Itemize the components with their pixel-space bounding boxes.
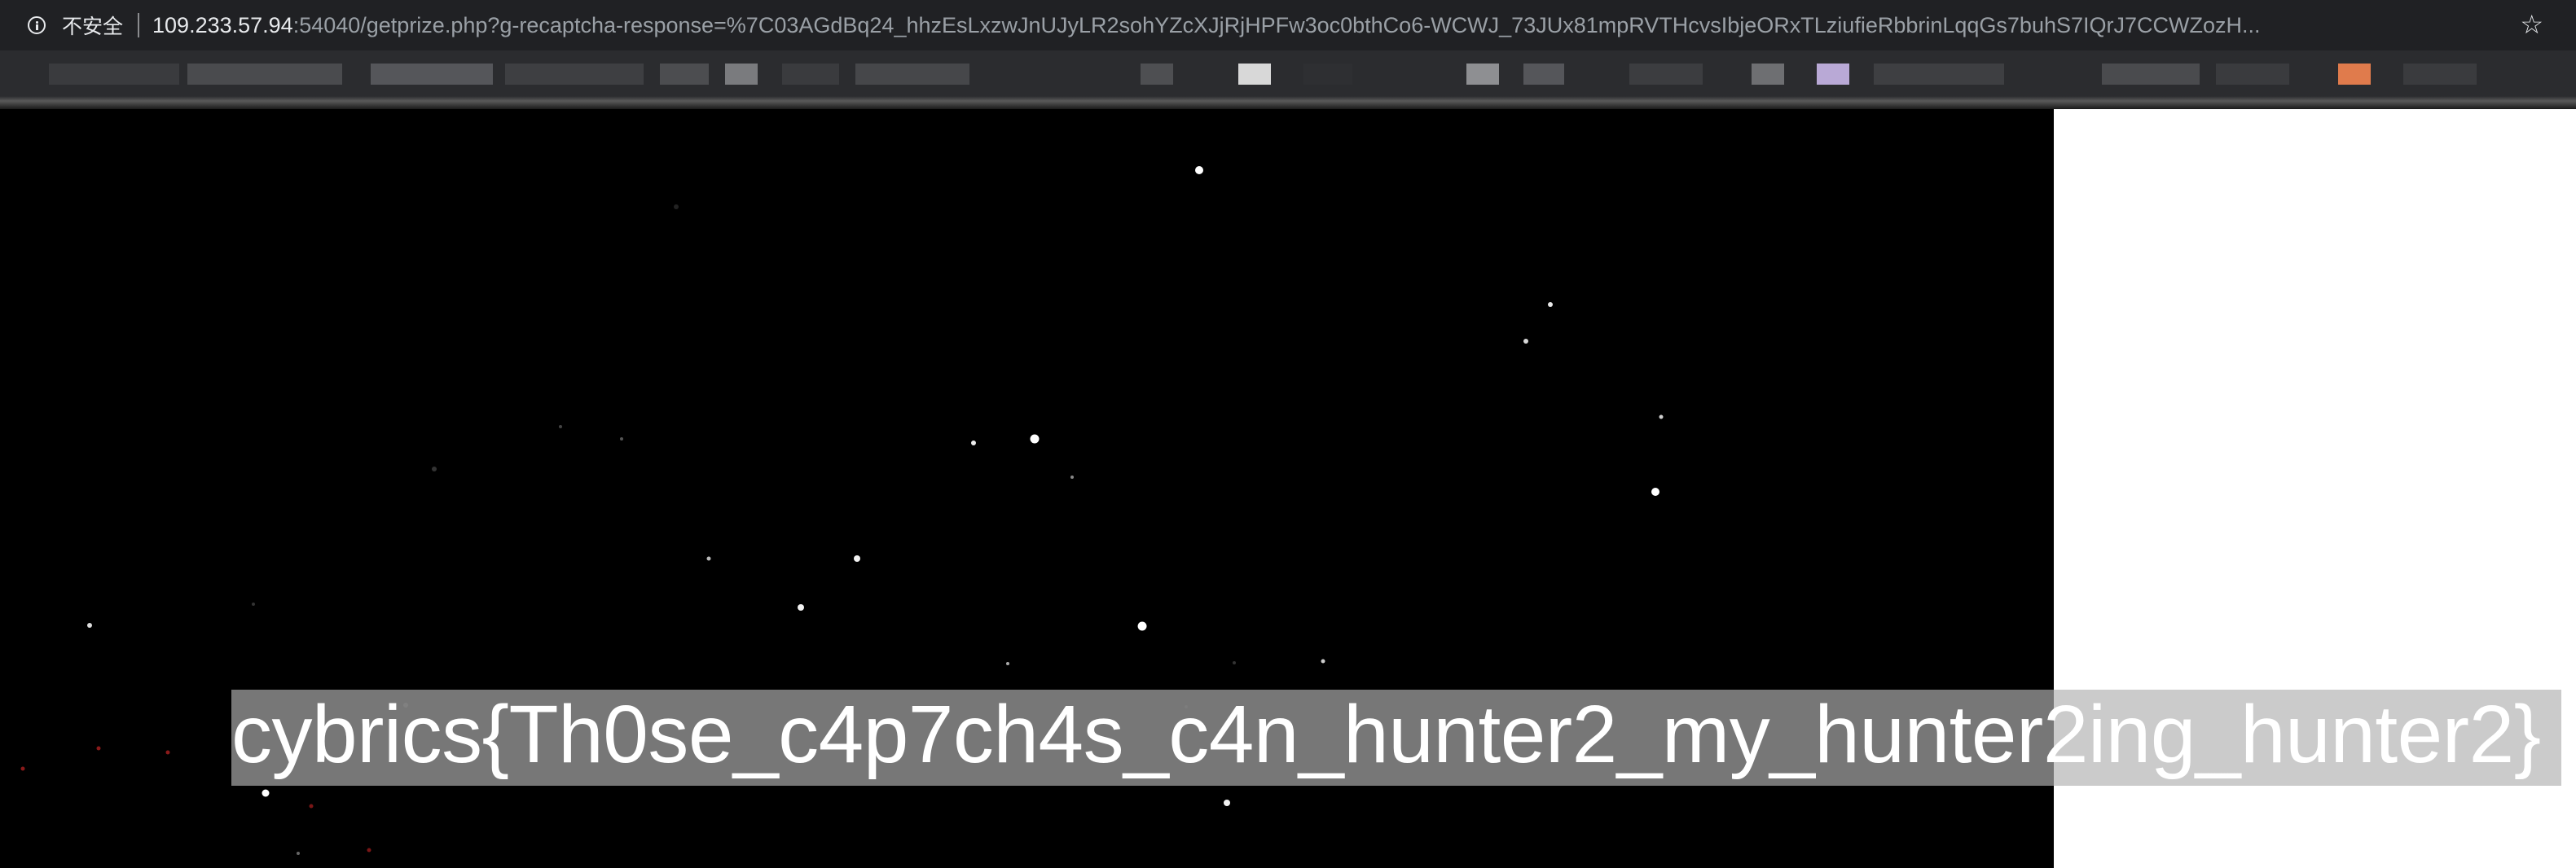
bookmark-item[interactable] xyxy=(187,64,342,85)
red-particle xyxy=(20,766,25,771)
star xyxy=(620,437,623,441)
bookmark-item[interactable] xyxy=(49,64,179,85)
address-bar[interactable]: 不安全 109.233.57.94:54040/getprize.php?g-r… xyxy=(0,0,2576,50)
bookmark-item[interactable] xyxy=(782,64,839,85)
star xyxy=(1006,662,1009,665)
bookmark-item[interactable] xyxy=(1874,64,2004,85)
star xyxy=(1030,434,1040,444)
bookmark-item[interactable] xyxy=(1629,64,1703,85)
bookmark-item[interactable] xyxy=(2216,64,2289,85)
star xyxy=(1224,800,1230,806)
star xyxy=(559,425,562,428)
bookmark-item[interactable] xyxy=(2338,64,2371,85)
bookmark-item[interactable] xyxy=(1303,64,1352,85)
bookmark-item[interactable] xyxy=(505,64,644,85)
star xyxy=(262,789,270,797)
bookmark-item[interactable] xyxy=(660,64,709,85)
red-particle xyxy=(165,750,170,755)
bookmark-item[interactable] xyxy=(371,64,493,85)
site-info-icon[interactable] xyxy=(28,16,46,34)
bookmark-item[interactable] xyxy=(1817,64,1849,85)
url-separator xyxy=(138,13,140,37)
bookmark-item[interactable] xyxy=(855,64,969,85)
star xyxy=(432,467,437,471)
star xyxy=(971,441,976,445)
star xyxy=(1137,621,1147,631)
red-particle xyxy=(96,746,101,751)
star xyxy=(1195,166,1203,174)
star xyxy=(798,604,804,611)
bookmark-item[interactable] xyxy=(725,64,758,85)
star xyxy=(252,603,255,606)
star xyxy=(1651,488,1659,496)
bookmark-item[interactable] xyxy=(1752,64,1784,85)
star xyxy=(854,555,860,562)
star xyxy=(1548,302,1553,307)
bookmarks-bar xyxy=(0,50,2576,109)
star xyxy=(1233,661,1236,664)
bookmark-item[interactable] xyxy=(2403,64,2477,85)
star xyxy=(1070,476,1074,479)
star xyxy=(674,204,679,209)
star xyxy=(297,852,300,855)
star xyxy=(87,623,92,628)
security-status-label[interactable]: 不安全 xyxy=(62,11,123,40)
bookmark-item[interactable] xyxy=(1238,64,1271,85)
red-particle xyxy=(367,848,371,853)
bookmark-item[interactable] xyxy=(1141,64,1173,85)
bookmark-item[interactable] xyxy=(1523,64,1564,85)
star xyxy=(1659,414,1664,419)
bookmark-item[interactable] xyxy=(1466,64,1499,85)
star xyxy=(706,556,711,561)
bookmark-star-icon[interactable]: ☆ xyxy=(2520,11,2543,37)
bookmark-item[interactable] xyxy=(2102,64,2200,85)
flag-text[interactable]: cybrics{Th0se_c4p7ch4s_c4n_hunter2_my_hu… xyxy=(231,686,2561,783)
url-host: 109.233.57.94 xyxy=(152,12,293,37)
star xyxy=(1321,659,1325,664)
page-viewport: cybrics{Th0se_c4p7ch4s_c4n_hunter2_my_hu… xyxy=(0,109,2576,868)
url-path: :54040/getprize.php?g-recaptcha-response… xyxy=(292,12,2261,37)
red-particle xyxy=(309,804,314,809)
url-field[interactable]: 109.233.57.94:54040/getprize.php?g-recap… xyxy=(152,13,2433,38)
star xyxy=(1523,339,1528,344)
